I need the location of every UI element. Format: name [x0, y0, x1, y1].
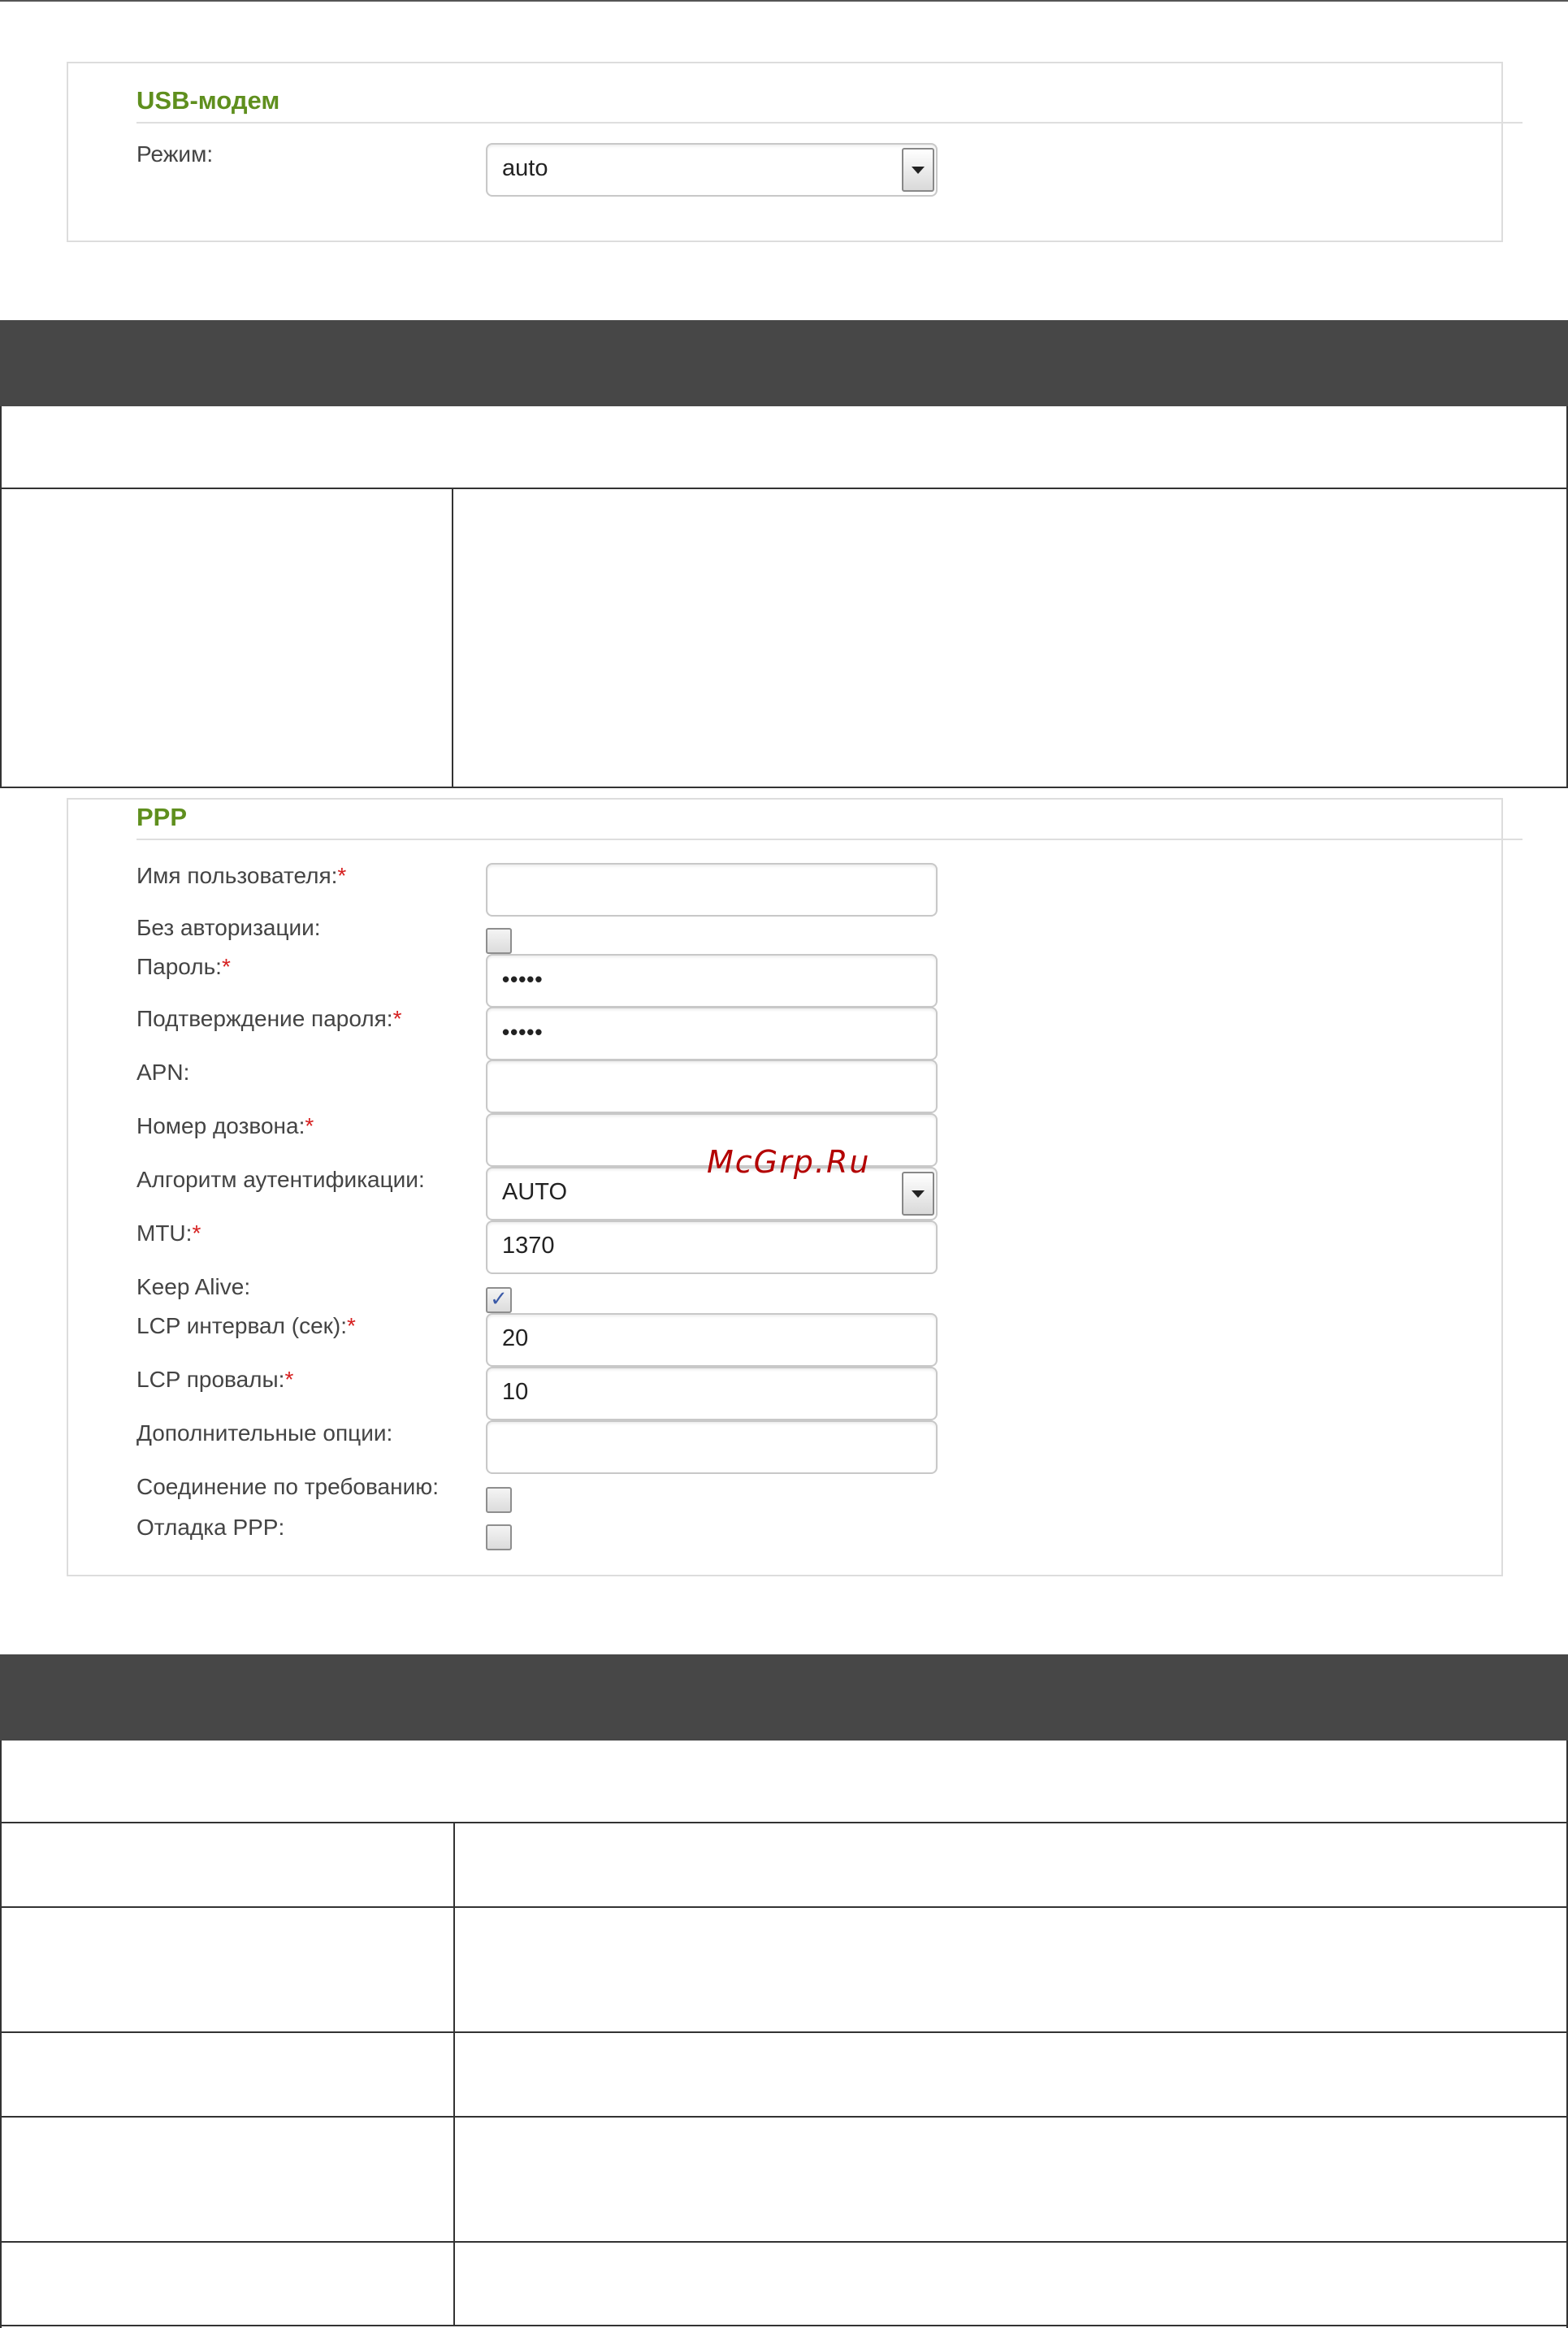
table1-body	[0, 406, 1568, 788]
no-auth-label: Без авторизации:	[136, 915, 321, 940]
lcp-interval-label: LCP интервал (сек):*	[136, 1313, 356, 1338]
table1-header	[0, 320, 1568, 406]
table1-col-divider	[452, 488, 453, 788]
on-demand-checkbox[interactable]	[486, 1487, 512, 1513]
table2-rule-5	[0, 2241, 1568, 2243]
table2-rule-2	[0, 1906, 1568, 1908]
password-confirm-input[interactable]: •••••	[486, 1007, 938, 1060]
lcp-interval-input[interactable]: 20	[486, 1313, 938, 1367]
usb-modem-panel: USB-модем Режим: auto	[67, 62, 1523, 242]
keep-alive-checkbox[interactable]: ✓	[486, 1287, 512, 1313]
password-label: Пароль:*	[136, 954, 231, 979]
auth-algorithm-label: Алгоритм аутентификации:	[136, 1167, 425, 1192]
keep-alive-label: Keep Alive:	[136, 1274, 251, 1299]
mode-label: Режим:	[136, 141, 214, 167]
table2-rule-4	[0, 2116, 1568, 2118]
password-input[interactable]: •••••	[486, 954, 938, 1008]
lcp-failures-label: LCP провалы:*	[136, 1367, 294, 1392]
table2-body	[0, 1741, 1568, 2328]
apn-input[interactable]	[486, 1060, 938, 1113]
usb-modem-title: USB-модем	[136, 86, 280, 115]
ppp-title-rule	[136, 839, 1523, 840]
table2-header	[0, 1654, 1568, 1741]
no-auth-checkbox[interactable]	[486, 928, 512, 954]
ppp-title: PPP	[136, 803, 188, 831]
ppp-panel: PPP Имя пользователя:* Без авторизации: …	[67, 798, 1523, 1576]
ppp-debug-label: Отладка PPP:	[136, 1515, 285, 1540]
usb-modem-title-rule	[136, 122, 1523, 124]
table2-rule-1	[0, 1822, 1568, 1823]
extra-options-input[interactable]	[486, 1420, 938, 1474]
username-input[interactable]	[486, 863, 938, 917]
watermark-text: McGrp.Ru	[707, 1144, 871, 1180]
chevron-down-icon[interactable]	[902, 1172, 934, 1216]
table1-rule-1	[0, 488, 1568, 489]
password-confirm-label: Подтверждение пароля:*	[136, 1006, 402, 1031]
table2-rule-6	[0, 2325, 1568, 2326]
extra-options-label: Дополнительные опции:	[136, 1420, 393, 1446]
mtu-input[interactable]: 1370	[486, 1220, 938, 1274]
chevron-down-icon[interactable]	[902, 148, 934, 192]
checkmark-icon: ✓	[490, 1286, 508, 1311]
dial-number-label: Номер дозвона:*	[136, 1113, 314, 1138]
username-label: Имя пользователя:*	[136, 863, 347, 888]
table1-rule-2	[0, 787, 1568, 788]
apn-label: APN:	[136, 1060, 190, 1085]
table2-col-divider	[453, 1822, 455, 2326]
page-top-rule	[0, 0, 1568, 2]
mode-select-value: auto	[502, 155, 548, 181]
ppp-debug-checkbox[interactable]	[486, 1524, 512, 1550]
on-demand-label: Соединение по требованию:	[136, 1474, 440, 1499]
lcp-failures-input[interactable]: 10	[486, 1367, 938, 1420]
table2-rule-3	[0, 2031, 1568, 2033]
mtu-label: MTU:*	[136, 1220, 201, 1246]
auth-algorithm-value: AUTO	[502, 1179, 568, 1205]
mode-select[interactable]: auto	[486, 143, 938, 197]
